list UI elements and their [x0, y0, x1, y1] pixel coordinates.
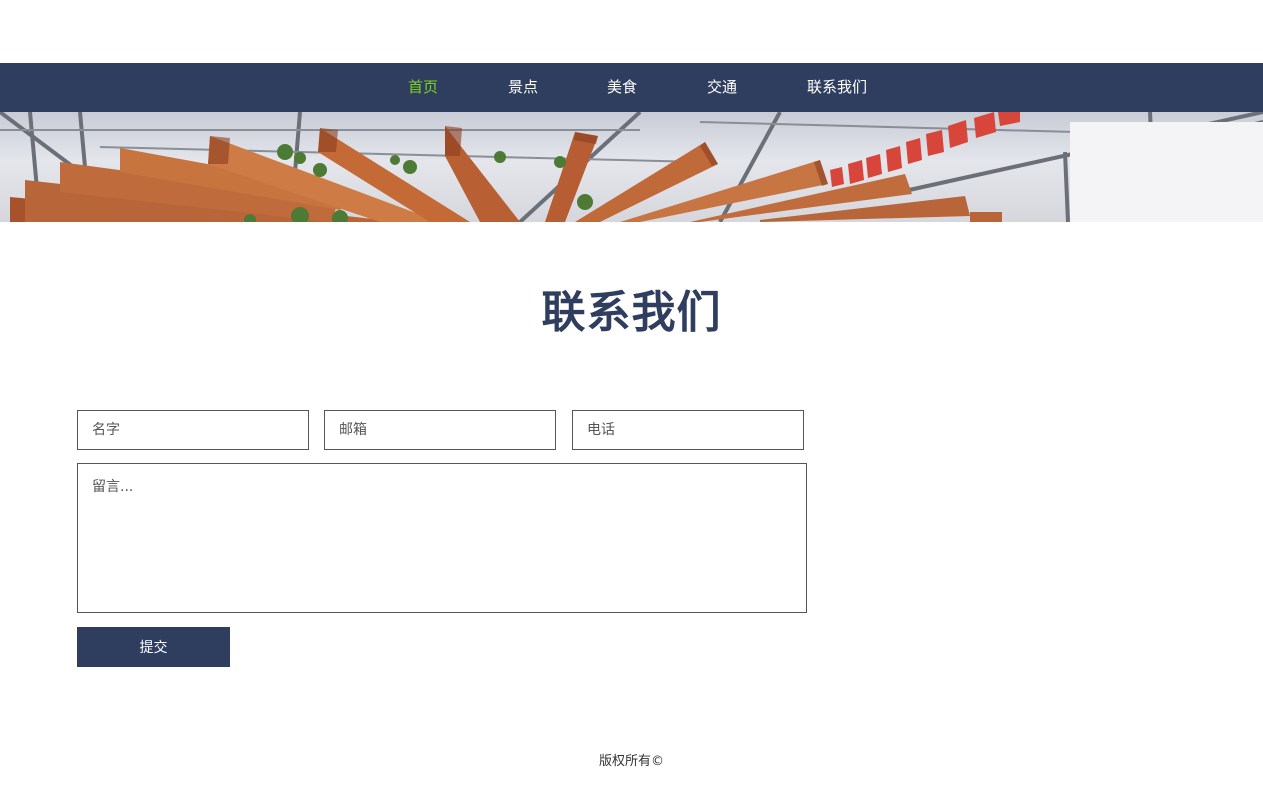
name-field[interactable]	[77, 410, 309, 450]
email-field[interactable]	[324, 410, 556, 450]
nav-item-food[interactable]: 美食	[607, 63, 637, 112]
submit-button[interactable]: 提交	[77, 627, 230, 667]
page-title: 联系我们	[541, 287, 722, 338]
greenhouse-photo	[0, 112, 1263, 222]
page: 首页 景点 美食 交通 联系我们 联系我们 名字 邮箱 电话 留言... 提交 …	[0, 0, 1263, 796]
message-field[interactable]	[77, 463, 807, 613]
phone-field[interactable]	[572, 410, 804, 450]
top-navbar: 首页 景点 美食 交通 联系我们	[0, 63, 1263, 112]
nav-item-contact[interactable]: 联系我们	[807, 63, 867, 112]
nav-item-home[interactable]: 首页	[408, 63, 438, 112]
nav-item-transport[interactable]: 交通	[707, 63, 737, 112]
nav-item-attractions[interactable]: 景点	[508, 63, 538, 112]
banner-image	[0, 112, 1263, 222]
footer-copyright: 版权所有©	[598, 754, 664, 769]
